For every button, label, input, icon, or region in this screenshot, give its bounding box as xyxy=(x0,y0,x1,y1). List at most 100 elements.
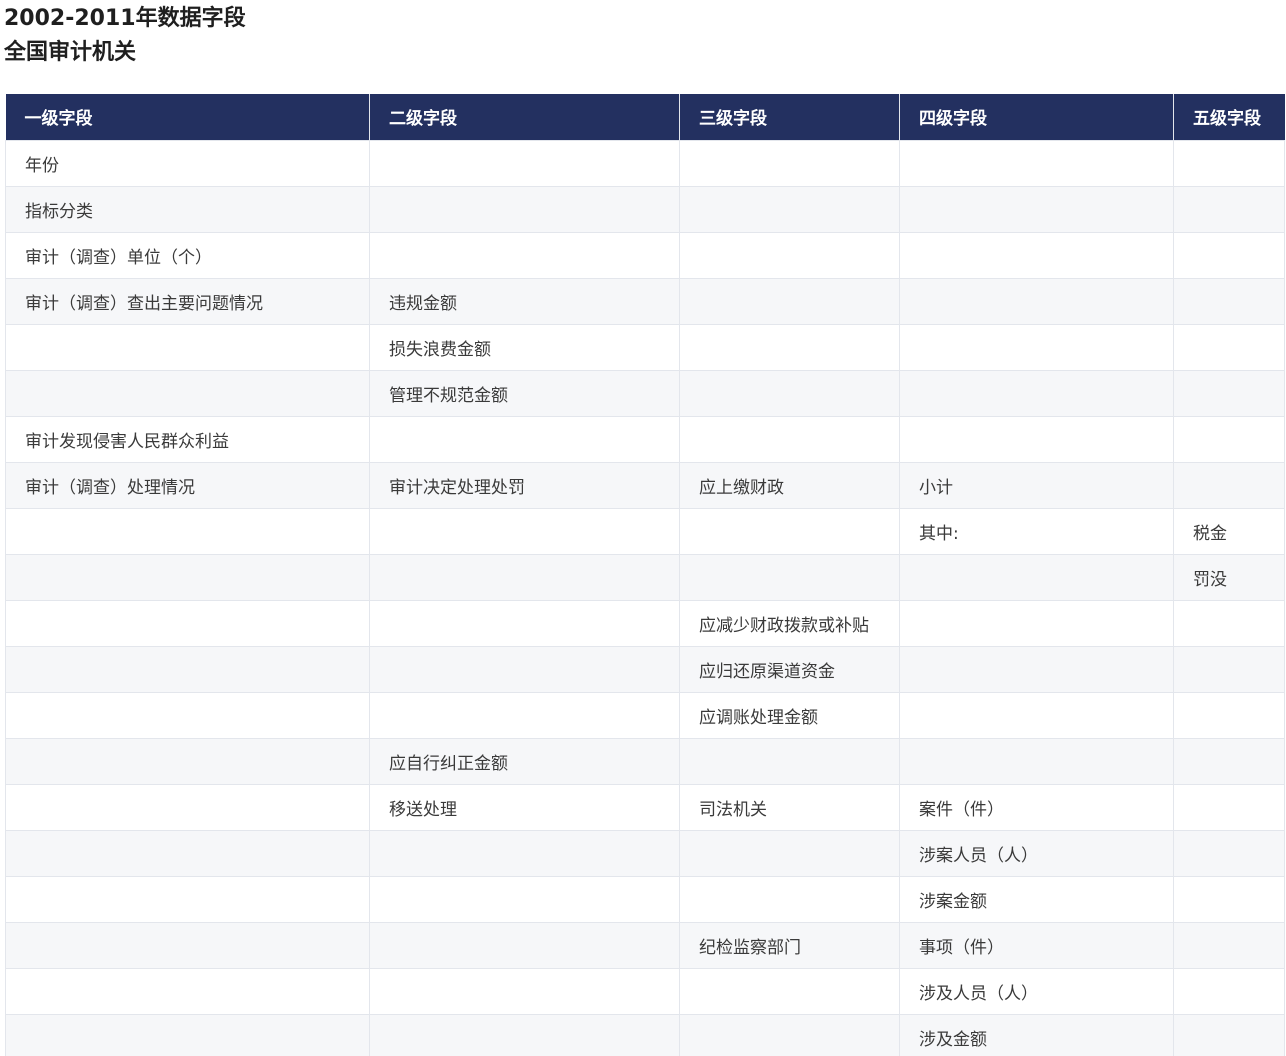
table-cell-level-5 xyxy=(1173,277,1285,325)
table-row: 审计（调查）查出主要问题情况 违规金额 xyxy=(5,277,1285,325)
table-cell-level-3 xyxy=(679,415,900,463)
table-cell-level-3 xyxy=(679,185,900,233)
table-cell-level-1 xyxy=(5,553,370,601)
column-header-level-2: 二级字段 xyxy=(369,94,680,140)
table-cell-level-2 xyxy=(369,139,680,187)
table-cell-level-2: 损失浪费金额 xyxy=(369,323,680,371)
table-cell-level-4 xyxy=(899,231,1174,279)
table-cell-level-3 xyxy=(679,323,900,371)
table-cell-level-5 xyxy=(1173,737,1285,785)
table-row: 审计发现侵害人民群众利益 xyxy=(5,415,1285,463)
table-body: 年份 指标分类 审计（调查）单位（个） 审计（调查）查出主要问题情况 违规金额 损失浪费金… xyxy=(5,139,1285,1056)
table-cell-level-1 xyxy=(5,737,370,785)
table-row: 应减少财政拨款或补贴 xyxy=(5,599,1285,647)
page-title: 2002-2011年数据字段 xyxy=(4,6,246,31)
table-cell-level-5 xyxy=(1173,461,1285,509)
table-cell-level-4: 涉案金额 xyxy=(899,875,1174,923)
table-cell-level-1 xyxy=(5,369,370,417)
table-cell-level-5 xyxy=(1173,645,1285,693)
table-cell-level-5 xyxy=(1173,875,1285,923)
page-subtitle: 全国审计机关 xyxy=(4,40,137,65)
table-cell-level-2 xyxy=(369,875,680,923)
table-cell-level-5 xyxy=(1173,829,1285,877)
table-row: 涉及金额 xyxy=(5,1013,1285,1056)
table-cell-level-3 xyxy=(679,829,900,877)
table-cell-level-5 xyxy=(1173,1013,1285,1056)
table-cell-level-4 xyxy=(899,139,1174,187)
table-cell-level-2 xyxy=(369,507,680,555)
table-cell-level-5 xyxy=(1173,231,1285,279)
table-cell-level-1 xyxy=(5,875,370,923)
table-cell-level-2: 违规金额 xyxy=(369,277,680,325)
fields-table: 一级字段 二级字段 三级字段 四级字段 五级字段 年份 指标分类 审计（调查）单位（个） 审计… xyxy=(5,94,1285,1056)
table-cell-level-3 xyxy=(679,231,900,279)
table-cell-level-2 xyxy=(369,645,680,693)
table-cell-level-4 xyxy=(899,369,1174,417)
table-cell-level-5 xyxy=(1173,185,1285,233)
table-row: 移送处理 司法机关 案件（件） xyxy=(5,783,1285,831)
table-cell-level-3 xyxy=(679,507,900,555)
table-cell-level-4: 案件（件） xyxy=(899,783,1174,831)
table-cell-level-3 xyxy=(679,1013,900,1056)
table-cell-level-4 xyxy=(899,599,1174,647)
table-cell-level-2: 管理不规范金额 xyxy=(369,369,680,417)
table-cell-level-5 xyxy=(1173,921,1285,969)
table-cell-level-3: 应上缴财政 xyxy=(679,461,900,509)
table-cell-level-2 xyxy=(369,691,680,739)
column-header-level-4: 四级字段 xyxy=(899,94,1174,140)
table-row: 年份 xyxy=(5,139,1285,187)
table-row: 管理不规范金额 xyxy=(5,369,1285,417)
table-cell-level-4: 小计 xyxy=(899,461,1174,509)
table-cell-level-2 xyxy=(369,599,680,647)
table-cell-level-1: 审计（调查）单位（个） xyxy=(5,231,370,279)
column-header-level-1: 一级字段 xyxy=(5,94,370,140)
table-cell-level-1: 指标分类 xyxy=(5,185,370,233)
table-row: 纪检监察部门 事项（件） xyxy=(5,921,1285,969)
table-cell-level-1 xyxy=(5,921,370,969)
table-row: 损失浪费金额 xyxy=(5,323,1285,371)
table-cell-level-4 xyxy=(899,645,1174,693)
table-cell-level-5: 税金 xyxy=(1173,507,1285,555)
table-row: 其中: 税金 xyxy=(5,507,1285,555)
page-header: 2002-2011年数据字段 全国审计机关 xyxy=(4,2,246,70)
table-header: 一级字段 二级字段 三级字段 四级字段 五级字段 xyxy=(5,94,1285,140)
table-cell-level-1 xyxy=(5,599,370,647)
table-cell-level-1 xyxy=(5,691,370,739)
table-row: 罚没 xyxy=(5,553,1285,601)
table-cell-level-1 xyxy=(5,645,370,693)
table-cell-level-4 xyxy=(899,737,1174,785)
table-cell-level-2: 审计决定处理处罚 xyxy=(369,461,680,509)
table-row: 审计（调查）处理情况 审计决定处理处罚 应上缴财政 小计 xyxy=(5,461,1285,509)
table-cell-level-4 xyxy=(899,415,1174,463)
table-cell-level-3 xyxy=(679,737,900,785)
table-cell-level-1 xyxy=(5,783,370,831)
table-row: 涉案金额 xyxy=(5,875,1285,923)
table-cell-level-2: 应自行纠正金额 xyxy=(369,737,680,785)
table-row: 涉案人员（人） xyxy=(5,829,1285,877)
column-header-level-3: 三级字段 xyxy=(679,94,900,140)
table-cell-level-4: 涉及金额 xyxy=(899,1013,1174,1056)
table-cell-level-4: 涉及人员（人） xyxy=(899,967,1174,1015)
table-row: 审计（调查）单位（个） xyxy=(5,231,1285,279)
table-cell-level-2 xyxy=(369,921,680,969)
table-row: 应调账处理金额 xyxy=(5,691,1285,739)
table-cell-level-5 xyxy=(1173,369,1285,417)
table-cell-level-5 xyxy=(1173,967,1285,1015)
table-cell-level-5 xyxy=(1173,783,1285,831)
table-cell-level-1 xyxy=(5,829,370,877)
table-cell-level-2 xyxy=(369,231,680,279)
table-cell-level-4 xyxy=(899,691,1174,739)
table-cell-level-2: 移送处理 xyxy=(369,783,680,831)
table-cell-level-3 xyxy=(679,139,900,187)
table-cell-level-1 xyxy=(5,323,370,371)
table-cell-level-5 xyxy=(1173,599,1285,647)
table-cell-level-3 xyxy=(679,967,900,1015)
table-cell-level-1 xyxy=(5,1013,370,1056)
table-cell-level-4: 事项（件） xyxy=(899,921,1174,969)
table-cell-level-3 xyxy=(679,875,900,923)
table-cell-level-5: 罚没 xyxy=(1173,553,1285,601)
table-cell-level-3 xyxy=(679,369,900,417)
table-row: 应归还原渠道资金 xyxy=(5,645,1285,693)
table-cell-level-3: 应减少财政拨款或补贴 xyxy=(679,599,900,647)
table-cell-level-1 xyxy=(5,507,370,555)
